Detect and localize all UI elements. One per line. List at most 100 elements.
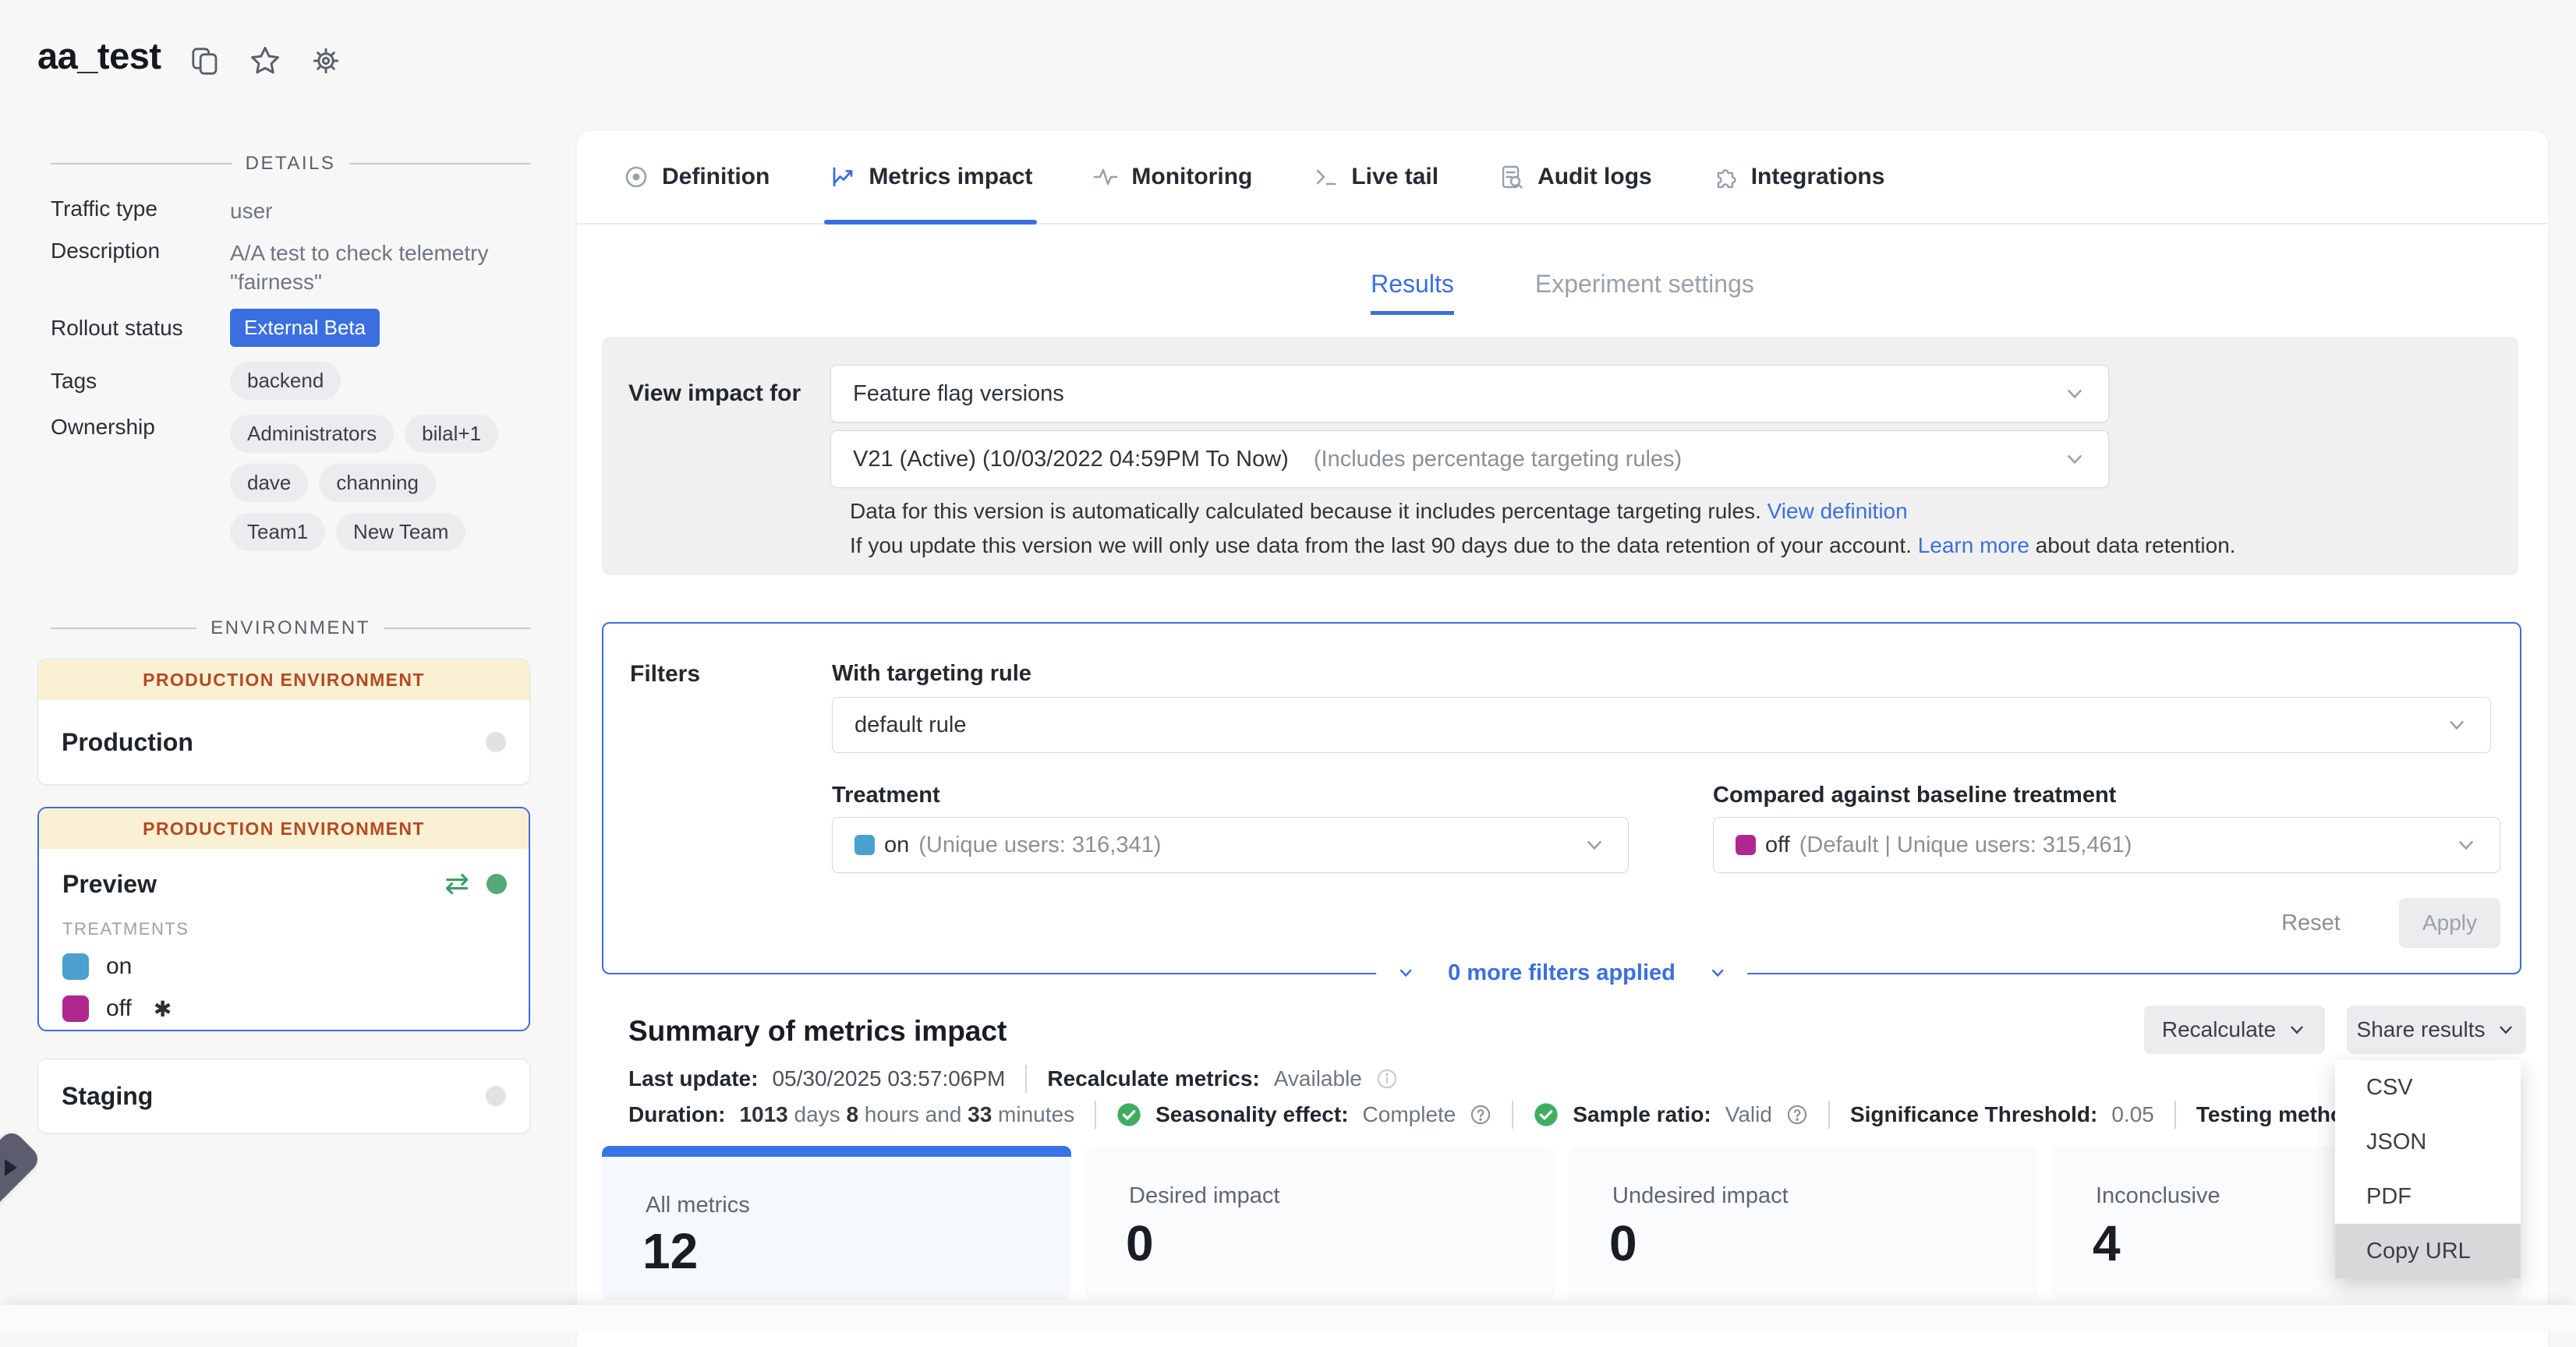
- environment-name-preview: Preview: [62, 870, 157, 899]
- terminal-icon: [1311, 163, 1339, 191]
- view-definition-link[interactable]: View definition: [1767, 499, 1908, 523]
- metric-card-undesired-impact[interactable]: Undesired impact 0: [1569, 1146, 2038, 1300]
- tab-label: Integrations: [1751, 164, 1885, 190]
- testing-method-label: Testing method:: [2196, 1102, 2344, 1127]
- share-results-button[interactable]: Share results: [2347, 1006, 2526, 1054]
- gear-icon[interactable]: [309, 44, 343, 78]
- share-menu-item-json[interactable]: JSON: [2335, 1115, 2521, 1169]
- ownership-chip[interactable]: Administrators: [230, 415, 394, 453]
- main-panel: Definition Metrics impact Monitoring Liv…: [577, 131, 2548, 1347]
- recalculate-button[interactable]: Recalculate: [2144, 1006, 2325, 1054]
- chevron-down-icon: [1396, 963, 1415, 982]
- ownership-row: Ownership Administrators bilal+1 dave ch…: [51, 415, 530, 562]
- version-type-value: Feature flag versions: [853, 381, 2063, 407]
- environment-name-staging: Staging: [62, 1082, 153, 1111]
- chevron-down-icon: [2496, 1020, 2516, 1040]
- treatment-on-row: on: [62, 953, 507, 980]
- check-circle-icon: [1534, 1102, 1559, 1127]
- description-label: Description: [51, 239, 230, 296]
- targeting-rule-label: With targeting rule: [832, 661, 1031, 687]
- question-icon[interactable]: [1470, 1104, 1491, 1126]
- baseline-value: off: [1765, 833, 1790, 858]
- tab-audit-logs[interactable]: Audit logs: [1498, 131, 1652, 223]
- results-subtabs: Results Experiment settings: [577, 270, 2548, 315]
- significance-value: 0.05: [2111, 1102, 2154, 1127]
- metric-card-desired-impact[interactable]: Desired impact 0: [1085, 1146, 1555, 1300]
- metric-card-label: Desired impact: [1129, 1183, 1279, 1209]
- subtab-results[interactable]: Results: [1371, 270, 1454, 315]
- version-type-dropdown[interactable]: Feature flag versions: [830, 365, 2109, 422]
- version-note: (Includes percentage targeting rules): [1314, 447, 1682, 472]
- share-menu-item-copy-url[interactable]: Copy URL: [2335, 1224, 2521, 1278]
- tab-label: Live tail: [1351, 164, 1438, 190]
- copy-icon[interactable]: [189, 44, 221, 77]
- last-update-value: 05/30/2025 03:57:06PM: [772, 1066, 1005, 1091]
- tag-chip[interactable]: backend: [230, 362, 341, 400]
- recalculate-label: Recalculate: [2162, 1017, 2276, 1042]
- subtab-experiment-settings[interactable]: Experiment settings: [1535, 270, 1754, 315]
- version-dropdown[interactable]: V21 (Active) (10/03/2022 04:59PM To Now)…: [830, 430, 2109, 488]
- ownership-chip[interactable]: bilal+1: [405, 415, 498, 453]
- ownership-chip[interactable]: Team1: [230, 513, 325, 551]
- tab-label: Audit logs: [1537, 164, 1652, 190]
- treatment-value: on: [884, 833, 909, 858]
- star-icon[interactable]: [248, 44, 282, 78]
- details-divider: DETAILS: [51, 153, 530, 175]
- share-menu-item-csv[interactable]: CSV: [2335, 1060, 2521, 1115]
- summary-heading: Summary of metrics impact: [628, 1015, 1007, 1048]
- default-treatment-asterisk-icon: ✱: [154, 996, 172, 1022]
- tab-live-tail[interactable]: Live tail: [1311, 131, 1438, 223]
- ownership-label: Ownership: [51, 415, 230, 562]
- ownership-chip[interactable]: channing: [319, 464, 436, 502]
- pulse-icon: [1092, 163, 1120, 191]
- production-environment-banner: PRODUCTION ENVIRONMENT: [39, 808, 529, 849]
- more-filters-toggle[interactable]: 0 more filters applied: [1376, 954, 1747, 992]
- metric-card-all-metrics[interactable]: All metrics 12: [602, 1146, 1071, 1300]
- production-environment-banner: PRODUCTION ENVIRONMENT: [38, 659, 529, 700]
- tab-metrics-impact[interactable]: Metrics impact: [829, 131, 1032, 223]
- targeting-rule-value: default rule: [855, 712, 2445, 738]
- view-impact-label: View impact for: [628, 365, 801, 422]
- filters-heading: Filters: [630, 661, 700, 688]
- tab-label: Metrics impact: [869, 164, 1032, 190]
- tab-monitoring[interactable]: Monitoring: [1092, 131, 1252, 223]
- description-value: A/A test to check telemetry "fairness": [230, 239, 522, 296]
- view-impact-panel: View impact for Feature flag versions V2…: [602, 337, 2518, 575]
- details-heading: DETAILS: [246, 153, 336, 175]
- info-icon[interactable]: [1376, 1068, 1398, 1090]
- question-icon[interactable]: [1786, 1104, 1808, 1126]
- reset-button[interactable]: Reset: [2264, 898, 2358, 948]
- rollout-status-badge[interactable]: External Beta: [230, 309, 380, 347]
- tab-integrations[interactable]: Integrations: [1711, 131, 1885, 223]
- treatment-on-swatch: [62, 953, 89, 980]
- tab-definition[interactable]: Definition: [622, 131, 770, 223]
- version-auto-note: Data for this version is automatically c…: [850, 499, 1908, 524]
- targeting-rule-dropdown[interactable]: default rule: [832, 697, 2491, 753]
- status-dot-green: [487, 874, 507, 894]
- check-circle-icon: [1116, 1102, 1141, 1127]
- ownership-chip[interactable]: dave: [230, 464, 308, 502]
- swap-arrows-icon[interactable]: ⇄: [444, 869, 469, 899]
- treatment-dropdown[interactable]: on (Unique users: 316,341): [832, 817, 1629, 873]
- environment-card-preview[interactable]: PRODUCTION ENVIRONMENT Preview ⇄ TREATME…: [37, 807, 530, 1031]
- rollout-status-row: Rollout status External Beta: [51, 309, 530, 347]
- environment-card-production[interactable]: PRODUCTION ENVIRONMENT Production: [37, 659, 530, 785]
- environment-card-staging[interactable]: Staging: [37, 1059, 530, 1133]
- tags-label: Tags: [51, 369, 230, 394]
- status-dot-gray: [486, 732, 506, 752]
- ownership-chip[interactable]: New Team: [336, 513, 465, 551]
- treatment-note: (Unique users: 316,341): [918, 833, 1161, 858]
- environment-heading: ENVIRONMENT: [211, 617, 370, 639]
- baseline-dropdown[interactable]: off (Default | Unique users: 315,461): [1713, 817, 2500, 873]
- share-menu-item-pdf[interactable]: PDF: [2335, 1169, 2521, 1224]
- treatment-off-swatch: [1736, 835, 1756, 855]
- chart-line-icon: [829, 163, 857, 191]
- metric-card-value: 0: [1609, 1214, 1637, 1272]
- page-title: aa_test: [37, 34, 161, 77]
- sample-ratio-label: Sample ratio:: [1573, 1102, 1711, 1127]
- more-filters-label: 0 more filters applied: [1448, 960, 1675, 986]
- learn-more-link[interactable]: Learn more: [1918, 533, 2029, 557]
- apply-button[interactable]: Apply: [2399, 898, 2500, 948]
- treatments-label: TREATMENTS: [62, 919, 507, 939]
- chevron-down-icon: [2454, 833, 2478, 857]
